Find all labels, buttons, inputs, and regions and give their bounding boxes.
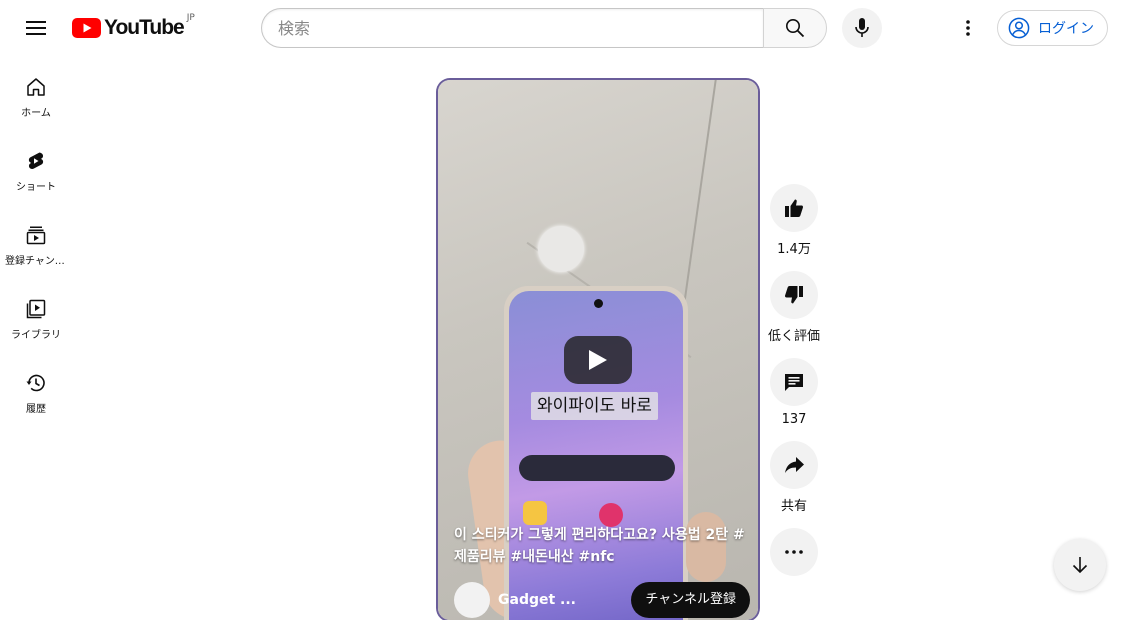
phone-camera	[594, 299, 603, 308]
hamburger-icon	[26, 21, 46, 35]
guide-item-subscriptions[interactable]: 登録チャンネル	[4, 204, 68, 278]
like-action: 1.4万	[766, 184, 822, 257]
youtube-play-logo-icon	[72, 18, 101, 38]
dislike-button[interactable]	[770, 271, 818, 319]
like-button[interactable]	[770, 184, 818, 232]
thumbs-up-icon	[785, 199, 804, 217]
guide-item-home[interactable]: ホーム	[4, 56, 68, 130]
mini-guide: ホーム ショート 登録チャンネル ライブラリ 履歴	[4, 56, 68, 426]
play-icon	[589, 350, 607, 370]
guide-item-history[interactable]: 履歴	[4, 352, 68, 426]
comments-action: 137	[766, 358, 822, 427]
logo-wordmark: YouTube	[104, 16, 185, 39]
channel-avatar[interactable]	[454, 582, 490, 618]
voice-search-button[interactable]	[842, 8, 882, 48]
guide-label-subscriptions: 登録チャンネル	[5, 256, 67, 267]
like-count: 1.4万	[777, 242, 811, 257]
search-button[interactable]	[763, 8, 827, 48]
guide-menu-button[interactable]	[16, 8, 56, 48]
more-vert-icon	[966, 20, 970, 36]
home-icon	[27, 78, 45, 96]
comment-count: 137	[781, 412, 807, 427]
arrow-down-icon	[1072, 557, 1088, 574]
play-button[interactable]	[564, 336, 632, 384]
history-icon	[26, 374, 45, 392]
guide-label-home: ホーム	[21, 108, 51, 119]
phone-app-icon	[523, 501, 547, 525]
comment-icon	[785, 374, 803, 391]
channel-row: Gadget ... チャンネル登録	[454, 582, 750, 618]
share-button[interactable]	[770, 441, 818, 489]
signin-label: ログイン	[1038, 21, 1094, 37]
share-icon	[785, 457, 804, 473]
subscriptions-icon	[26, 226, 46, 245]
phone-search-widget	[519, 455, 675, 481]
more-action	[766, 528, 822, 576]
shorts-actions: 1.4万 低く評価 137 共有	[766, 184, 822, 590]
share-label: 共有	[780, 499, 807, 514]
masthead: YouTube JP ログイン	[0, 0, 1124, 56]
dislike-action: 低く評価	[766, 271, 822, 344]
youtube-logo[interactable]: YouTube JP	[72, 13, 195, 41]
subscribe-button[interactable]: チャンネル登録	[631, 582, 750, 618]
more-horiz-icon	[785, 550, 803, 554]
guide-label-library: ライブラリ	[11, 330, 61, 341]
dislike-label: 低く評価	[767, 329, 820, 344]
guide-label-shorts: ショート	[16, 182, 56, 193]
search-box	[261, 8, 827, 48]
thumbs-down-icon	[784, 286, 803, 304]
shorts-icon	[28, 152, 44, 170]
account-icon	[1008, 17, 1030, 39]
guide-label-history: 履歴	[26, 404, 46, 415]
video-caption: 와이파이도 바로	[531, 392, 658, 420]
more-actions-button[interactable]	[770, 528, 818, 576]
library-icon	[26, 299, 46, 319]
share-action: 共有	[766, 441, 822, 514]
search-input[interactable]	[261, 8, 763, 48]
search-icon	[786, 19, 805, 38]
next-short-button[interactable]	[1054, 539, 1106, 591]
shorts-player[interactable]: 와이파이도 바로 이 스티커가 그렇게 편리하다고요? 사용법 2탄 #제품리뷰…	[438, 80, 758, 620]
signin-button[interactable]: ログイン	[997, 10, 1108, 46]
region-code: JP	[186, 13, 195, 23]
short-title[interactable]: 이 스티커가 그렇게 편리하다고요? 사용법 2탄 #제품리뷰 #내돈내산 #n…	[454, 524, 750, 568]
guide-item-library[interactable]: ライブラリ	[4, 278, 68, 352]
channel-name[interactable]: Gadget ...	[498, 592, 623, 608]
nfc-sticker	[538, 226, 584, 272]
guide-item-shorts[interactable]: ショート	[4, 130, 68, 204]
settings-more-button[interactable]	[948, 8, 988, 48]
microphone-icon	[855, 18, 869, 37]
comments-button[interactable]	[770, 358, 818, 406]
